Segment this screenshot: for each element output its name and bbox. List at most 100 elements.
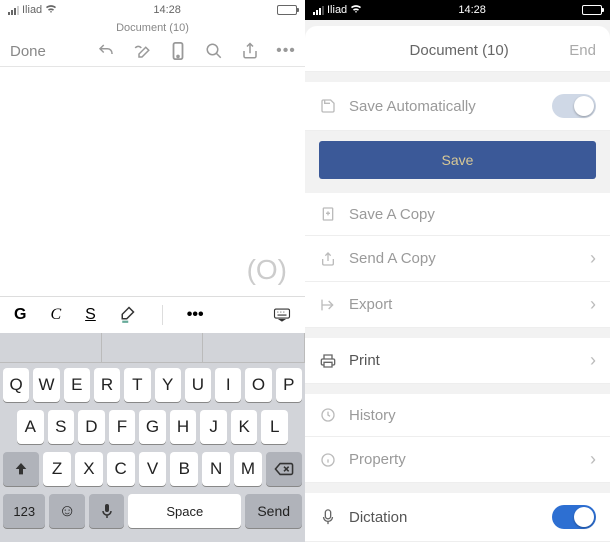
clock: 14:28 bbox=[458, 4, 486, 16]
redo-pen-icon[interactable] bbox=[133, 42, 151, 60]
key-e[interactable]: E bbox=[64, 368, 90, 402]
format-toolbar: G C S ••• bbox=[0, 296, 305, 333]
wifi-icon bbox=[350, 4, 362, 17]
editor-toolbar: Done ••• bbox=[0, 36, 305, 67]
key-l[interactable]: L bbox=[261, 410, 288, 444]
keyboard-row-3: Z X C V B N M bbox=[3, 452, 302, 486]
save-auto-label: Save Automatically bbox=[349, 98, 540, 115]
key-w[interactable]: W bbox=[33, 368, 59, 402]
sheet-title: Document (10) bbox=[410, 42, 509, 59]
key-r[interactable]: R bbox=[94, 368, 120, 402]
key-p[interactable]: P bbox=[276, 368, 302, 402]
clock: 14:28 bbox=[153, 4, 181, 16]
status-bar: Iliad 14:28 bbox=[305, 0, 610, 20]
key-b[interactable]: B bbox=[170, 452, 198, 486]
chevron-right-icon: › bbox=[590, 294, 596, 315]
save-auto-toggle[interactable] bbox=[552, 94, 596, 118]
info-icon bbox=[319, 451, 337, 469]
key-z[interactable]: Z bbox=[43, 452, 71, 486]
key-x[interactable]: X bbox=[75, 452, 103, 486]
dictation-row[interactable]: Dictation bbox=[305, 493, 610, 542]
key-n[interactable]: N bbox=[202, 452, 230, 486]
underline-button[interactable]: S bbox=[85, 306, 96, 324]
more-icon[interactable]: ••• bbox=[277, 42, 295, 60]
keyboard-hide-icon[interactable] bbox=[273, 306, 291, 324]
dictation-label: Dictation bbox=[349, 509, 540, 526]
history-icon bbox=[319, 406, 337, 424]
status-bar: Iliad 14:28 bbox=[0, 0, 305, 20]
key-a[interactable]: A bbox=[17, 410, 44, 444]
key-s[interactable]: S bbox=[48, 410, 75, 444]
export-label: Export bbox=[349, 296, 578, 313]
carrier-label: Iliad bbox=[327, 4, 347, 16]
carrier-label: Iliad bbox=[22, 4, 42, 16]
property-label: Property bbox=[349, 451, 578, 468]
save-copy-row[interactable]: Save A Copy bbox=[305, 193, 610, 236]
signal-icon bbox=[8, 6, 19, 15]
save-button[interactable]: Save bbox=[319, 141, 596, 179]
wifi-icon bbox=[45, 4, 57, 17]
key-space[interactable]: Space bbox=[128, 494, 241, 528]
chevron-right-icon: › bbox=[590, 350, 596, 371]
bold-button[interactable]: G bbox=[14, 306, 26, 324]
key-backspace[interactable] bbox=[266, 452, 302, 486]
key-q[interactable]: Q bbox=[3, 368, 29, 402]
history-row[interactable]: History bbox=[305, 394, 610, 437]
key-j[interactable]: J bbox=[200, 410, 227, 444]
save-automatically-row[interactable]: Save Automatically bbox=[305, 82, 610, 131]
editor-canvas[interactable]: (O) bbox=[0, 67, 305, 296]
export-row[interactable]: Export › bbox=[305, 282, 610, 328]
chevron-right-icon: › bbox=[590, 449, 596, 470]
key-c[interactable]: C bbox=[107, 452, 135, 486]
done-button[interactable]: Done bbox=[10, 43, 46, 60]
key-f[interactable]: F bbox=[109, 410, 136, 444]
key-123[interactable]: 123 bbox=[3, 494, 45, 528]
format-more-button[interactable]: ••• bbox=[187, 306, 204, 324]
key-mic[interactable] bbox=[89, 494, 124, 528]
send-copy-row[interactable]: Send A Copy › bbox=[305, 236, 610, 282]
key-u[interactable]: U bbox=[185, 368, 211, 402]
chevron-right-icon: › bbox=[590, 248, 596, 269]
end-button[interactable]: End bbox=[569, 42, 596, 59]
undo-icon[interactable] bbox=[97, 42, 115, 60]
key-d[interactable]: D bbox=[78, 410, 105, 444]
key-t[interactable]: T bbox=[124, 368, 150, 402]
dictation-toggle[interactable] bbox=[552, 505, 596, 529]
phone-icon[interactable] bbox=[169, 42, 187, 60]
send-copy-icon bbox=[319, 250, 337, 268]
battery-icon bbox=[277, 5, 297, 15]
key-m[interactable]: M bbox=[234, 452, 262, 486]
keyboard-row-2: A S D F G H J K L bbox=[3, 410, 302, 444]
keyboard-row-4: 123 ☺ Space Send bbox=[3, 494, 302, 528]
key-y[interactable]: Y bbox=[155, 368, 181, 402]
send-copy-label: Send A Copy bbox=[349, 250, 578, 267]
print-label: Print bbox=[349, 352, 578, 369]
search-icon[interactable] bbox=[205, 42, 223, 60]
save-copy-icon bbox=[319, 205, 337, 223]
print-row[interactable]: Print › bbox=[305, 338, 610, 384]
key-send[interactable]: Send bbox=[245, 494, 302, 528]
italic-button[interactable]: C bbox=[50, 306, 61, 324]
keyboard: Q W E R T Y U I O P A S D F G H J K L Z … bbox=[0, 363, 305, 542]
key-g[interactable]: G bbox=[139, 410, 166, 444]
highlighter-icon[interactable] bbox=[120, 306, 138, 324]
mic-icon bbox=[319, 508, 337, 526]
cursor-badge: (O) bbox=[247, 254, 287, 286]
share-icon[interactable] bbox=[241, 42, 259, 60]
document-title: Document (10) bbox=[0, 20, 305, 36]
sheet-header: Document (10) End bbox=[305, 26, 610, 72]
key-o[interactable]: O bbox=[245, 368, 271, 402]
keyboard-suggestions[interactable] bbox=[0, 333, 305, 363]
save-copy-label: Save A Copy bbox=[349, 206, 596, 223]
key-i[interactable]: I bbox=[215, 368, 241, 402]
save-auto-icon bbox=[319, 97, 337, 115]
key-emoji[interactable]: ☺ bbox=[49, 494, 84, 528]
signal-icon bbox=[313, 6, 324, 15]
key-v[interactable]: V bbox=[139, 452, 167, 486]
history-label: History bbox=[349, 407, 596, 424]
key-shift[interactable] bbox=[3, 452, 39, 486]
property-row[interactable]: Property › bbox=[305, 437, 610, 483]
key-h[interactable]: H bbox=[170, 410, 197, 444]
key-k[interactable]: K bbox=[231, 410, 258, 444]
print-icon bbox=[319, 352, 337, 370]
